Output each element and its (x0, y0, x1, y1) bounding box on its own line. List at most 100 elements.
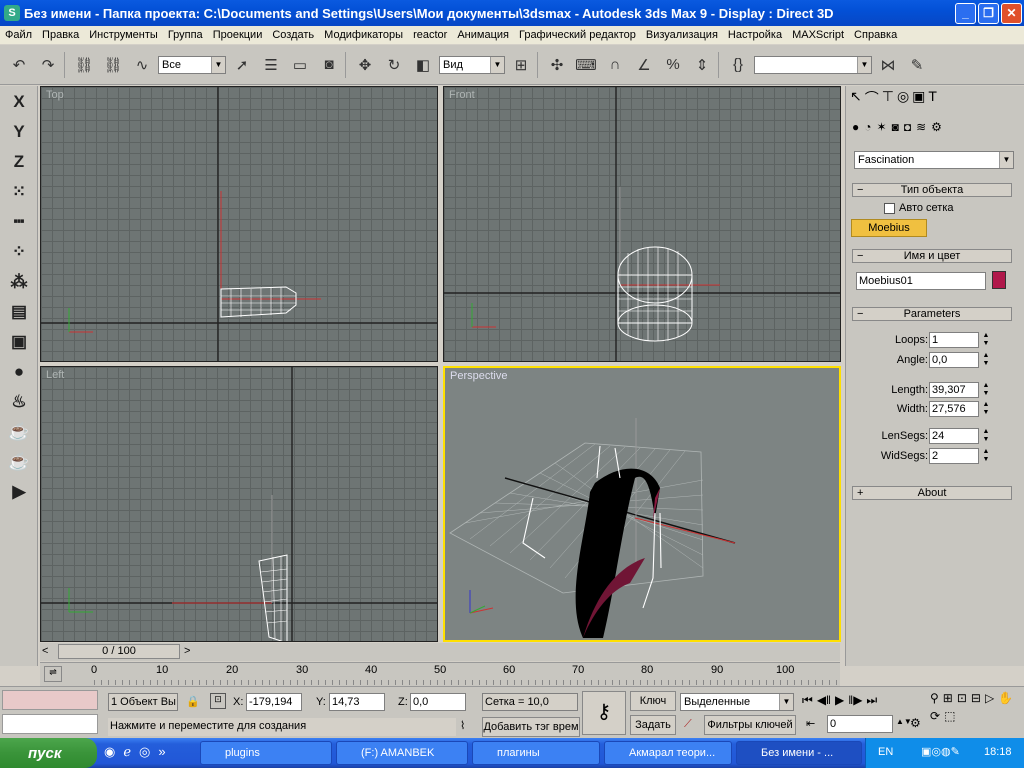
restrict-z-icon[interactable]: Z (2, 148, 36, 176)
select-object-icon[interactable]: ➚ (229, 51, 255, 79)
angle-snap-icon[interactable]: ∠ (631, 51, 657, 79)
move-icon[interactable]: ✥ (352, 51, 378, 79)
key-filters-button[interactable]: Фильтры ключей (704, 715, 796, 735)
menu-graph-editors[interactable]: Графический редактор (514, 29, 641, 41)
pivot-center-icon[interactable]: ⊞ (508, 51, 534, 79)
loops-input[interactable]: 1 (929, 332, 979, 348)
add-time-tag-button[interactable]: Добавить тэг врем (482, 717, 580, 737)
mirror-icon[interactable]: ⋈ (875, 51, 901, 79)
lights-icon[interactable]: ✶ (877, 120, 887, 142)
start-button[interactable]: пуск (0, 738, 97, 768)
manipulate-icon[interactable]: ✣ (544, 51, 570, 79)
selection-filter-dropdown[interactable]: Все ▼ (158, 55, 226, 74)
bind-space-warp-icon[interactable]: ∿ (129, 51, 155, 79)
viewport-top[interactable]: Top (40, 86, 438, 362)
rotate-icon[interactable]: ↻ (381, 51, 407, 79)
menu-reactor[interactable]: reactor (408, 29, 452, 41)
keyboard-shortcut-icon[interactable]: ⌨ (573, 51, 599, 79)
key-mode-toggle-icon[interactable]: ⇤ (806, 717, 815, 730)
menu-create[interactable]: Создать (267, 29, 319, 41)
unlink-icon[interactable]: ⛓ (100, 51, 126, 79)
spacing-tool-icon[interactable]: ┅ (2, 208, 36, 236)
close-icon[interactable]: ✕ (1001, 2, 1022, 24)
track-bar[interactable]: ⇌ 0 10 20 30 40 50 60 70 80 90 100 (40, 662, 840, 686)
time-slider-thumb[interactable]: 0 / 100 (58, 644, 180, 659)
menu-maxscript[interactable]: MAXScript (787, 29, 849, 41)
maxscript-input[interactable] (2, 714, 98, 734)
utilities-tab-icon[interactable]: T (928, 88, 937, 114)
schematic-icon[interactable]: ▤ (2, 298, 36, 326)
current-frame-field[interactable]: 0 (827, 715, 893, 733)
menu-rendering[interactable]: Визуализация (641, 29, 723, 41)
named-selection-dropdown[interactable]: ▼ (754, 55, 872, 74)
zoom-extents-all-icon[interactable]: ⊟ (971, 691, 981, 705)
set-key-icon[interactable]: ⚷ (582, 691, 626, 735)
menu-customize[interactable]: Настройка (723, 29, 787, 41)
name-color-rollout-header[interactable]: − Имя и цвет (852, 249, 1012, 263)
about-rollout-header[interactable]: + About (852, 486, 1012, 500)
pan-icon[interactable]: ✋ (998, 691, 1013, 705)
shapes-icon[interactable]: ◔ (864, 120, 871, 142)
create-tab-icon[interactable]: ↖ (850, 88, 862, 114)
parameters-rollout-header[interactable]: − Parameters (852, 307, 1012, 321)
modify-tab-icon[interactable]: ⌒ (865, 88, 879, 114)
x-coord-field[interactable]: -179,194 (246, 693, 302, 711)
browser-icon[interactable]: ℯ (123, 744, 131, 760)
menu-modifiers[interactable]: Модификаторы (319, 29, 408, 41)
object-name-field[interactable]: Moebius01 (856, 272, 986, 290)
set-key-button[interactable]: Задать (630, 715, 676, 735)
arc-rotate-icon[interactable]: ⟳ (930, 709, 940, 723)
app-icon[interactable]: S (4, 5, 20, 21)
widsegs-input[interactable]: 2 (929, 448, 979, 464)
next-frame-icon[interactable]: > (184, 645, 190, 657)
redo-icon[interactable]: ↷ (35, 51, 61, 79)
curve-editor-icon[interactable]: ⇌ (44, 666, 62, 682)
material-editor-icon[interactable]: ● (2, 358, 36, 386)
time-config-icon[interactable]: ⚙ (910, 716, 921, 730)
restrict-x-icon[interactable]: X (2, 88, 36, 116)
viewport-left[interactable]: Left (40, 366, 438, 642)
object-color-swatch[interactable] (992, 271, 1006, 289)
menu-file[interactable]: Файл (0, 29, 37, 41)
reference-coord-dropdown[interactable]: Вид ▼ (439, 55, 505, 74)
align-icon[interactable]: ✎ (904, 51, 930, 79)
display-tab-icon[interactable]: ▣ (912, 88, 925, 114)
menu-tools[interactable]: Инструменты (84, 29, 163, 41)
angle-input[interactable]: 0,0 (929, 352, 979, 368)
spinner-snap-icon[interactable]: ⇕ (689, 51, 715, 79)
maximize-viewport-icon[interactable]: ⬚ (944, 709, 955, 723)
material-icon[interactable]: ▣ (2, 328, 36, 356)
length-input[interactable]: 39,307 (929, 382, 979, 398)
next-key-icon[interactable]: ‖▶ (848, 693, 862, 708)
menu-edit[interactable]: Правка (37, 29, 84, 41)
select-link-icon[interactable]: ⛓ (71, 51, 97, 79)
absolute-mode-icon[interactable]: ⊡ (210, 693, 226, 709)
key-mode-dropdown[interactable]: Выделенные ▼ (680, 693, 794, 711)
cameras-icon[interactable]: ◙ (892, 120, 899, 142)
helpers-icon[interactable]: ◘ (904, 120, 911, 142)
lock-icon[interactable]: 🔒 (186, 695, 200, 708)
snap-3d-icon[interactable]: ∩ (602, 51, 628, 79)
hierarchy-icon[interactable]: ⁂ (2, 268, 36, 296)
spinner-icon[interactable]: ▲▼ (981, 448, 991, 464)
window-crossing-icon[interactable]: ◙ (316, 51, 342, 79)
spinner-icon[interactable]: ▲▼ (981, 352, 991, 368)
spinner-icon[interactable]: ▲▼ (981, 382, 991, 398)
task-word-doc[interactable]: Акмарал теори... (604, 741, 732, 765)
auto-grid-checkbox[interactable]: Авто сетка (884, 202, 954, 214)
viewport-perspective[interactable]: Perspective (443, 366, 841, 642)
quick-render-icon[interactable]: ☕ (2, 448, 36, 476)
zoom-extents-icon[interactable]: ⊡ (957, 691, 967, 705)
task-plaginy[interactable]: плагины (472, 741, 600, 765)
hierarchy-tab-icon[interactable]: ⊤ (882, 88, 894, 114)
media-player-icon[interactable]: ◎ (139, 744, 150, 760)
moebius-button[interactable]: Moebius (851, 219, 927, 237)
select-by-name-icon[interactable]: ☰ (258, 51, 284, 79)
undo-icon[interactable]: ↶ (6, 51, 32, 79)
viewport-front[interactable]: Front (443, 86, 841, 362)
play-icon[interactable]: ▶ (2, 478, 36, 506)
motion-tab-icon[interactable]: ◎ (897, 88, 909, 114)
zoom-all-icon[interactable]: ⊞ (943, 691, 953, 705)
time-slider[interactable]: < 0 / 100 > (40, 643, 840, 661)
geometry-icon[interactable]: ● (852, 120, 859, 142)
